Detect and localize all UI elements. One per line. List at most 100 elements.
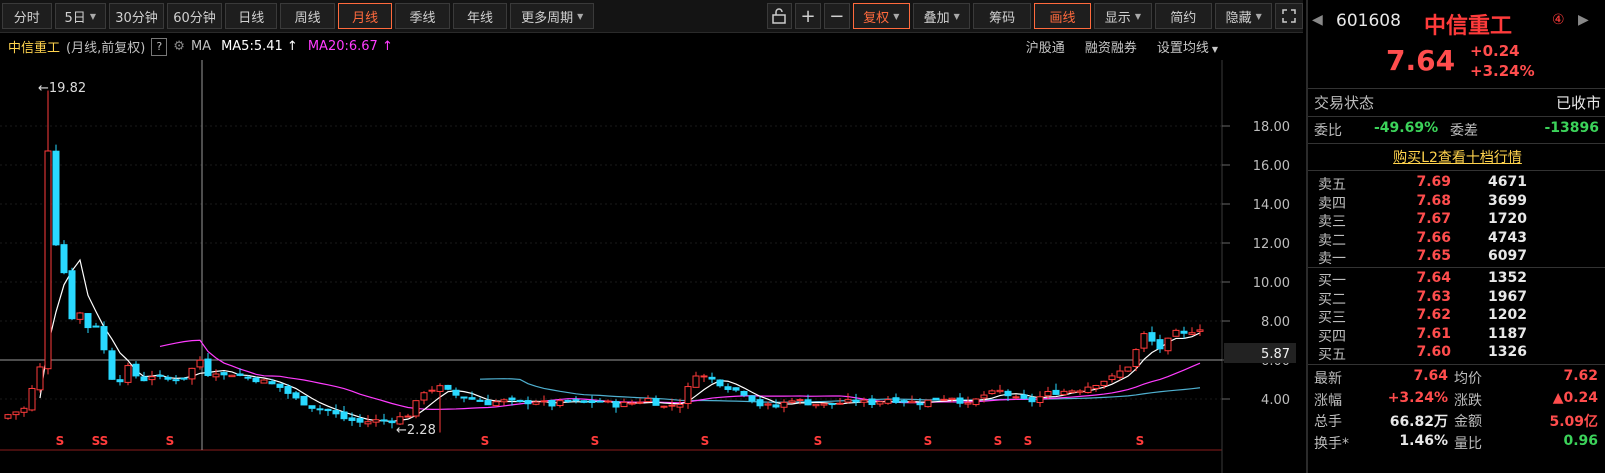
period-tab-quarterly[interactable]: 季线 bbox=[395, 3, 450, 29]
display-dropdown[interactable]: 显示 ▼ bbox=[1094, 3, 1152, 29]
hk-connect-link[interactable]: 沪股通 bbox=[1026, 37, 1065, 56]
signal-mark[interactable]: S bbox=[814, 434, 823, 448]
signal-mark[interactable]: S bbox=[591, 434, 600, 448]
ask-volume: 6097 bbox=[1488, 248, 1527, 264]
quote-title-row: ◀ 601608 中信重工 ④ ▶ bbox=[1308, 8, 1605, 39]
zoom-out-icon[interactable]: − bbox=[823, 3, 850, 29]
gear-icon[interactable]: ⚙ bbox=[173, 39, 185, 54]
signal-mark[interactable]: S bbox=[924, 434, 933, 448]
period-tab-weekly[interactable]: 周线 bbox=[280, 3, 335, 29]
candle-body bbox=[84, 313, 92, 329]
chevron-down-icon: ▼ bbox=[893, 11, 900, 21]
ma5-value: MA5:5.41 ↑ bbox=[221, 39, 298, 54]
draw-line-button[interactable]: 画线 bbox=[1033, 3, 1092, 29]
candle-body bbox=[1076, 390, 1084, 393]
bid-row[interactable]: 买四 7.61 1187 bbox=[1318, 326, 1598, 345]
candle-body bbox=[956, 397, 964, 404]
more-periods-dropdown[interactable]: 更多周期 ▼ bbox=[510, 3, 595, 29]
candle-body bbox=[1044, 391, 1052, 397]
chevron-down-icon: ▼ bbox=[1255, 11, 1262, 21]
period-tab-5day[interactable]: 5日 ▼ bbox=[54, 3, 106, 29]
stock-name-title[interactable]: 中信重工 bbox=[8, 37, 60, 56]
candle-body bbox=[620, 401, 628, 408]
chevron-right-icon[interactable]: ▶ bbox=[1578, 12, 1589, 28]
signal-mark[interactable]: S bbox=[56, 434, 65, 448]
buy-l2-link[interactable]: 购买L2查看十档行情 bbox=[1393, 150, 1522, 166]
fullscreen-icon[interactable] bbox=[1275, 3, 1304, 29]
candle-body bbox=[404, 415, 412, 418]
signal-mark[interactable]: S bbox=[481, 434, 490, 448]
candle-body bbox=[756, 399, 764, 407]
help-button[interactable]: ? bbox=[151, 37, 168, 56]
period-tab-timeshare[interactable]: 分时 bbox=[2, 3, 52, 29]
period-tab-30min[interactable]: 30分钟 bbox=[109, 3, 164, 29]
candle-body bbox=[708, 376, 716, 380]
hide-dropdown[interactable]: 隐藏 ▼ bbox=[1215, 3, 1273, 29]
current-price: 7.64 bbox=[1386, 44, 1456, 77]
bid-row[interactable]: 买二 7.63 1967 bbox=[1318, 289, 1598, 308]
candle-body bbox=[516, 399, 524, 402]
simple-mode-button[interactable]: 简约 bbox=[1154, 3, 1212, 29]
signal-mark[interactable]: S bbox=[994, 434, 1003, 448]
unlock-icon[interactable] bbox=[766, 3, 793, 29]
ask-row[interactable]: 卖五 7.69 4671 bbox=[1318, 174, 1598, 193]
weicha-label: 委差 bbox=[1450, 123, 1478, 139]
signal-mark[interactable]: S bbox=[1136, 434, 1145, 448]
stat-label: 换手* bbox=[1314, 435, 1349, 452]
adjust-dropdown[interactable]: 复权 ▼ bbox=[852, 3, 910, 29]
weicha-value: -13896 bbox=[1544, 120, 1599, 136]
bid-row[interactable]: 买五 7.60 1326 bbox=[1318, 344, 1598, 363]
candle-body bbox=[1084, 386, 1092, 394]
ask-row[interactable]: 卖二 7.66 4743 bbox=[1318, 229, 1598, 249]
adjust-label: 复权 bbox=[863, 10, 890, 26]
ask-row[interactable]: 卖三 7.67 1720 bbox=[1318, 211, 1598, 230]
candle-body bbox=[364, 421, 372, 425]
period-tab-monthly[interactable]: 月线 bbox=[337, 3, 393, 29]
margin-trading-link[interactable]: 融资融券 bbox=[1085, 37, 1137, 56]
ask-price: 7.66 bbox=[1416, 229, 1451, 246]
candle-body bbox=[596, 400, 604, 403]
candle-body bbox=[548, 400, 556, 407]
signal-mark[interactable]: S bbox=[166, 434, 175, 448]
candle-body bbox=[812, 403, 820, 407]
candle-body bbox=[220, 372, 228, 376]
candle-body bbox=[1132, 349, 1140, 367]
bid-row[interactable]: 买三 7.62 1202 bbox=[1318, 307, 1598, 326]
ask-row[interactable]: 卖四 7.68 3699 bbox=[1318, 193, 1598, 212]
signal-mark[interactable]: S bbox=[701, 434, 710, 448]
trade-status-row: 交易状态 已收市 bbox=[1308, 92, 1605, 114]
candle-body bbox=[60, 244, 68, 274]
candle-body bbox=[668, 404, 676, 407]
low-annotation: ←2.28 bbox=[396, 423, 436, 438]
candle-body bbox=[612, 401, 620, 408]
bid-level-label: 买二 bbox=[1318, 291, 1346, 308]
candle-body bbox=[676, 404, 684, 408]
signal-mark[interactable]: S bbox=[1024, 434, 1033, 448]
ask-row[interactable]: 卖一 7.65 6097 bbox=[1318, 248, 1598, 267]
candle-body bbox=[428, 389, 436, 392]
candle-body bbox=[1012, 396, 1020, 399]
period-tab-daily[interactable]: 日线 bbox=[225, 3, 278, 29]
period-tab-60min[interactable]: 60分钟 bbox=[167, 3, 222, 29]
chevron-down-icon: ▼ bbox=[1134, 11, 1141, 21]
signal-mark[interactable]: S bbox=[100, 434, 109, 448]
candle-body bbox=[1028, 397, 1036, 403]
price-change: +0.24 bbox=[1470, 42, 1520, 60]
period-tab-yearly[interactable]: 年线 bbox=[452, 3, 508, 29]
bid-row[interactable]: 买一 7.64 1352 bbox=[1318, 270, 1598, 289]
candle-body bbox=[932, 397, 940, 401]
candle-body bbox=[996, 389, 1004, 393]
ask-price: 7.69 bbox=[1416, 174, 1451, 190]
chips-button[interactable]: 筹码 bbox=[973, 3, 1031, 29]
overlay-dropdown[interactable]: 叠加 ▼ bbox=[912, 3, 971, 29]
chevron-left-icon[interactable]: ◀ bbox=[1312, 12, 1323, 28]
bid-volume: 1326 bbox=[1488, 344, 1527, 360]
candle-body bbox=[100, 326, 108, 351]
bid-volume: 1202 bbox=[1488, 307, 1527, 323]
ma5-text: MA5:5.41 bbox=[221, 39, 283, 54]
stat-value: 1.46% bbox=[1399, 432, 1448, 449]
zoom-in-icon[interactable]: + bbox=[795, 3, 821, 29]
kline-chart[interactable]: SSSSSSSSSSSS 4.006.008.0010.0012.0014.00… bbox=[0, 60, 1303, 473]
candle-body bbox=[628, 402, 636, 405]
ma-settings-dropdown[interactable]: 设置均线 ▼ bbox=[1157, 37, 1218, 56]
